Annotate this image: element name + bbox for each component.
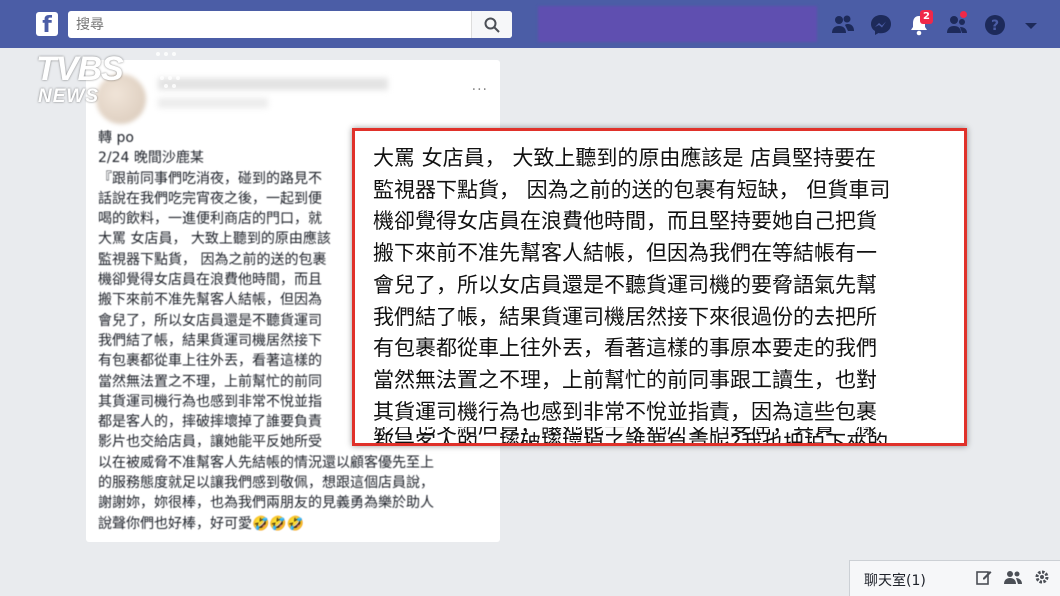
chat-label[interactable]: 聊天室(1) (864, 570, 926, 590)
chat-icons (976, 569, 1050, 585)
top-bar: f 2 (0, 0, 1060, 48)
watermark-sub: NEWS (38, 86, 99, 107)
nav-icons: 2 ? (830, 10, 1046, 38)
tvbs-news-watermark: TVBS NEWS (32, 48, 192, 116)
account-menu-button[interactable] (1020, 10, 1046, 38)
redacted-profile-area (538, 6, 817, 42)
search-button[interactable] (471, 11, 512, 38)
compose-icon[interactable] (976, 569, 992, 585)
post-options-button[interactable]: ... (472, 78, 488, 94)
chevron-down-icon (1025, 23, 1037, 29)
new-group-icon[interactable] (1004, 569, 1022, 585)
notifications-button[interactable]: 2 (906, 10, 933, 38)
zoomed-text-cut-line: 影片也交給店員，讓她能平反她所受的委屈，其實一樣 (373, 427, 953, 441)
search-icon (484, 17, 500, 33)
facebook-logo[interactable]: f (36, 12, 58, 36)
help-button[interactable]: ? (982, 10, 1008, 38)
zoomed-text-callout: 大罵 女店員， 大致上聽到的原由應該是 店員堅持要在 監視器下點貨， 因為之前的… (352, 128, 967, 446)
zoomed-cut-text: 影片也交給店員，讓她能平反她所受的委屈，其實一樣 (373, 427, 953, 441)
groups-button[interactable] (944, 10, 970, 38)
zoomed-text: 大罵 女店員， 大致上聽到的原由應該是 店員堅持要在 監視器下點貨， 因為之前的… (373, 146, 891, 446)
help-icon: ? (985, 15, 1005, 35)
gear-icon[interactable] (1034, 569, 1050, 585)
friend-requests-button[interactable] (830, 10, 856, 38)
search-input[interactable] (74, 14, 468, 36)
friends-icon (832, 15, 854, 33)
messenger-button[interactable] (868, 10, 894, 38)
notification-badge: 2 (920, 10, 933, 24)
svg-text:?: ? (991, 18, 999, 34)
messenger-icon (871, 15, 891, 35)
search-bar[interactable] (68, 11, 512, 38)
chat-bar[interactable]: 聊天室(1) (849, 560, 1060, 596)
watermark-dots-icon (152, 52, 184, 88)
watermark-brand: TVBS (36, 50, 124, 88)
groups-dot (960, 11, 967, 18)
